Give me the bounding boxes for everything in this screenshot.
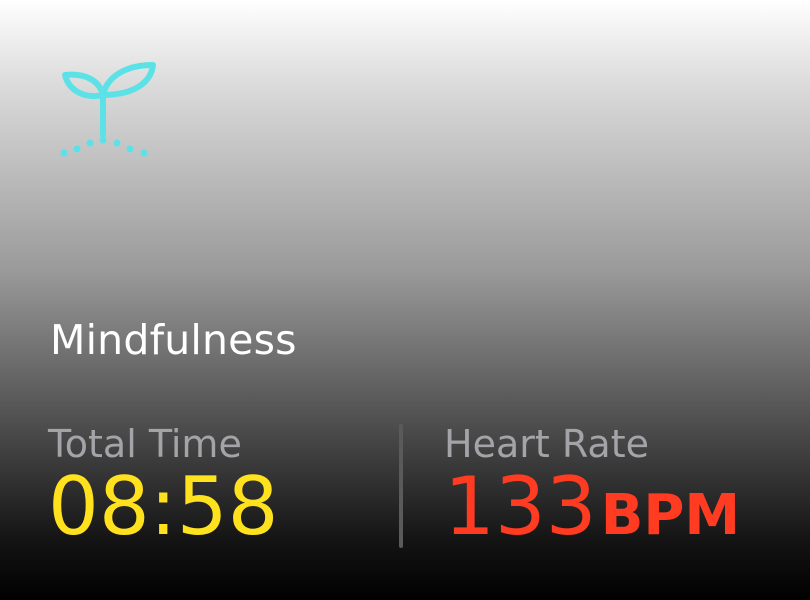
sprout-icon [60, 62, 156, 157]
session-title: Mindfulness [50, 316, 297, 364]
heart-rate-metric: Heart Rate 133BPM [444, 420, 740, 559]
mindfulness-app-icon [55, 55, 165, 165]
metric-divider [399, 424, 403, 548]
heart-rate-value: 133 [444, 460, 597, 553]
heart-rate-unit: BPM [600, 483, 741, 548]
heart-rate-value-row: 133BPM [444, 464, 740, 559]
total-time-metric: Total Time 08:58 [48, 420, 279, 550]
total-time-value: 08:58 [48, 460, 279, 553]
